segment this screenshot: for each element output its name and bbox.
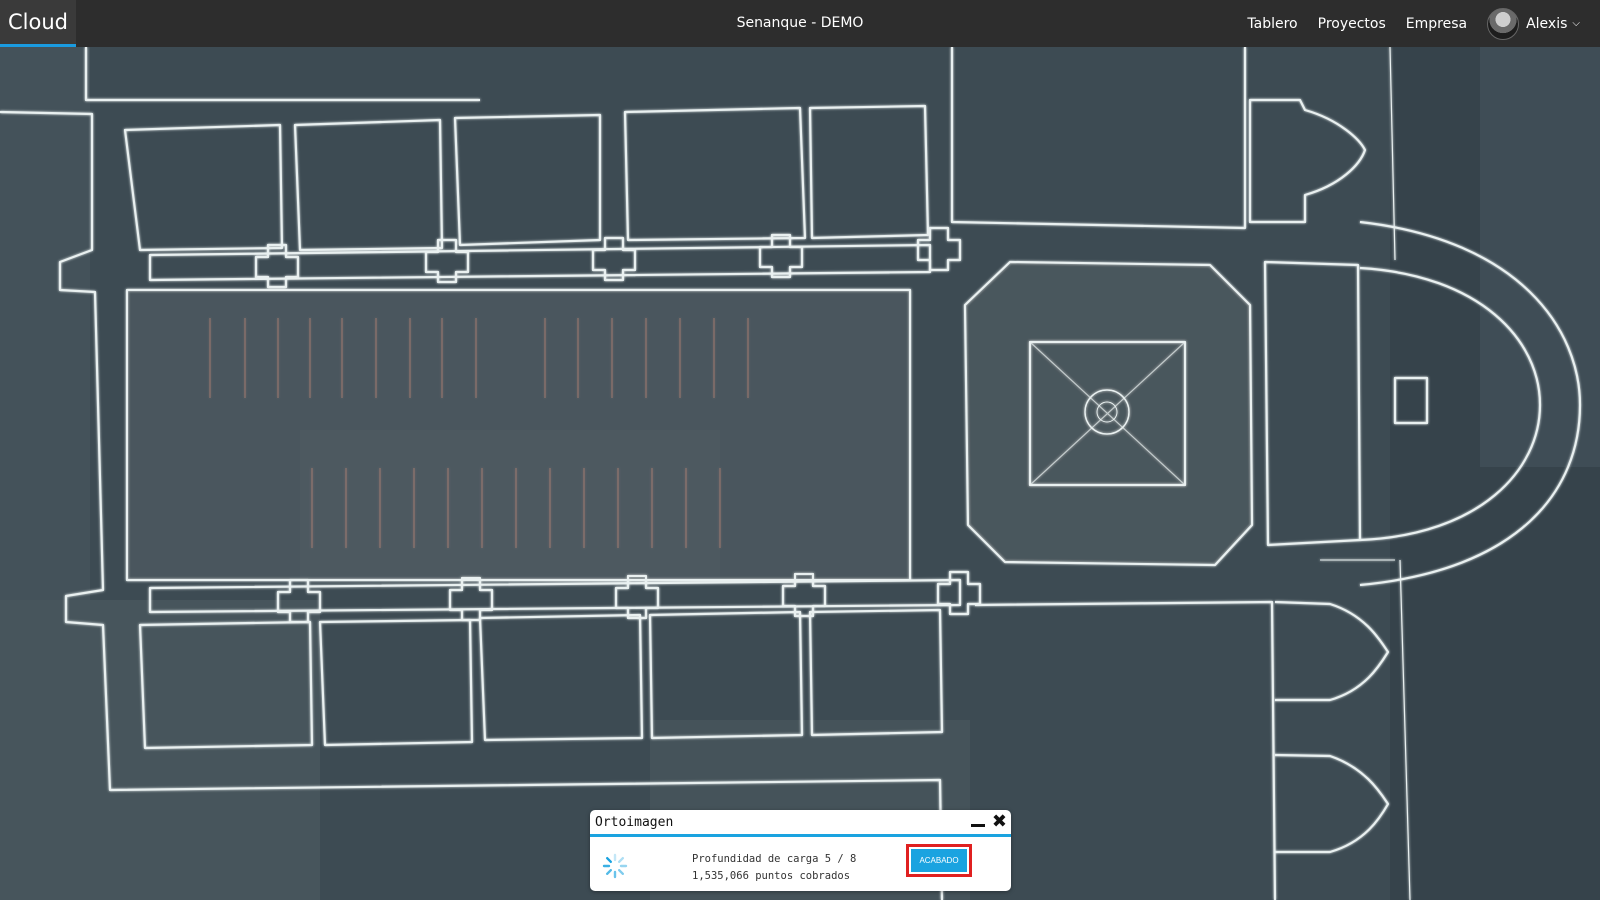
chevron-down-icon: ⌵ <box>1572 18 1580 29</box>
points-loaded-text: 1,535,066 puntos cobrados <box>692 870 851 882</box>
orthoimage-progress-panel: Ortoimagen ✖ Profundidad de carga 5 / 8 … <box>590 810 1011 891</box>
main-nav: Tablero Proyectos Empresa Alexis ⌵ <box>1247 0 1600 47</box>
finish-button[interactable]: ACABADO <box>906 844 972 877</box>
nav-link-proyectos[interactable]: Proyectos <box>1318 16 1386 32</box>
user-menu[interactable]: Alexis ⌵ <box>1487 7 1580 40</box>
avatar <box>1487 7 1520 40</box>
close-icon[interactable]: ✖ <box>992 811 1007 833</box>
top-navbar: Cloud Senanque - DEMO Tablero Proyectos … <box>0 0 1600 47</box>
loading-spinner-icon <box>602 853 628 879</box>
nav-link-empresa[interactable]: Empresa <box>1406 16 1467 32</box>
project-title: Senanque - DEMO <box>736 15 864 31</box>
nav-link-tablero[interactable]: Tablero <box>1247 16 1297 32</box>
orthoimage-canvas <box>0 47 1600 900</box>
panel-header: Ortoimagen ✖ <box>590 810 1011 837</box>
load-depth-text: Profundidad de carga 5 / 8 <box>692 853 857 865</box>
user-name: Alexis <box>1526 15 1568 32</box>
panel-title: Ortoimagen <box>595 815 674 830</box>
orthoimage-viewport[interactable] <box>0 47 1600 900</box>
load-status: Profundidad de carga 5 / 8 1,535,066 pun… <box>692 851 856 885</box>
brand-logo[interactable]: Cloud <box>0 0 76 47</box>
minimize-icon[interactable] <box>971 824 985 827</box>
